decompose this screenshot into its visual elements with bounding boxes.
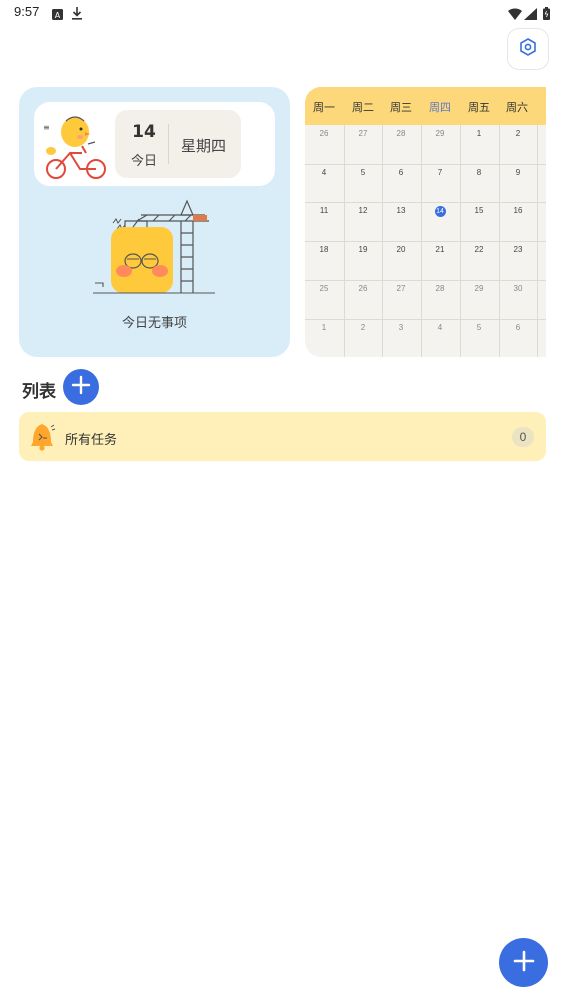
- notification-a-icon: A: [52, 5, 63, 24]
- calendar-day[interactable]: 8: [460, 168, 498, 177]
- status-time: 9:57: [14, 4, 40, 19]
- weekday-tue: 周二: [352, 101, 374, 114]
- weekday-wed: 周三: [390, 101, 412, 114]
- weekday-mon: 周一: [313, 101, 335, 114]
- today-label: 今日: [130, 154, 157, 169]
- calendar-day[interactable]: 20: [382, 245, 420, 254]
- calendar-day[interactable]: 13: [382, 206, 420, 215]
- calendar-day[interactable]: 6: [382, 168, 420, 177]
- list-item-count: 0: [512, 427, 534, 447]
- calendar-day[interactable]: 29: [421, 129, 459, 138]
- weekday-thu: 周四: [429, 101, 451, 114]
- settings-button[interactable]: [507, 28, 549, 70]
- chick-construction-illustration: [89, 197, 219, 306]
- calendar-row-divider: [305, 319, 546, 320]
- calendar-day[interactable]: 26: [344, 284, 382, 293]
- svg-text:A: A: [55, 11, 61, 20]
- calendar-day[interactable]: 14: [421, 206, 459, 217]
- calendar-day[interactable]: 19: [344, 245, 382, 254]
- calendar-day[interactable]: 27: [382, 284, 420, 293]
- add-task-fab[interactable]: [499, 938, 548, 987]
- plus-icon: [71, 375, 91, 399]
- date-pill: 14 今日 星期四: [115, 110, 241, 178]
- calendar-day[interactable]: 4: [305, 168, 343, 177]
- calendar-row-divider: [305, 241, 546, 242]
- calendar-day[interactable]: 1: [460, 129, 498, 138]
- calendar-day[interactable]: 5: [344, 168, 382, 177]
- calendar-day[interactable]: 2: [499, 129, 537, 138]
- calendar-day[interactable]: 22: [460, 245, 498, 254]
- calendar-day[interactable]: 1: [305, 323, 343, 332]
- calendar-day[interactable]: 28: [421, 284, 459, 293]
- plus-icon: [512, 949, 536, 977]
- today-card[interactable]: ≡ 14 今日 星期四 今日无事项: [19, 87, 290, 357]
- svg-text:≡: ≡: [43, 123, 50, 132]
- calendar-day[interactable]: 3: [382, 323, 420, 332]
- weekday-label: 星期四: [181, 137, 227, 155]
- calendar-day[interactable]: 23: [499, 245, 537, 254]
- calendar-row-divider: [305, 202, 546, 203]
- calendar-day[interactable]: 21: [421, 245, 459, 254]
- add-list-button[interactable]: [63, 369, 99, 405]
- calendar-day[interactable]: 25: [305, 284, 343, 293]
- calendar-day[interactable]: 28: [382, 129, 420, 138]
- wifi-icon: [508, 5, 522, 24]
- calendar-day[interactable]: 5: [460, 323, 498, 332]
- today-summary: ≡ 14 今日 星期四: [34, 102, 275, 186]
- battery-icon: [543, 5, 550, 24]
- calendar-day[interactable]: 26: [305, 129, 343, 138]
- lists-title: 列表: [22, 382, 56, 402]
- weekday-fri: 周五: [468, 101, 490, 114]
- calendar-day[interactable]: 12: [344, 206, 382, 215]
- calendar-day[interactable]: 9: [499, 168, 537, 177]
- settings-hex-icon: [518, 37, 538, 61]
- calendar-day[interactable]: 7: [421, 168, 459, 177]
- calendar-row-divider: [305, 164, 546, 165]
- list-item-all-tasks[interactable]: 所有任务 0: [19, 412, 546, 461]
- calendar-card[interactable]: 周一 周二 周三 周四 周五 周六 26 27 28 29 1 2 4 5 6 7 8 9 11 12 13…: [305, 87, 546, 357]
- calendar-day[interactable]: 4: [421, 323, 459, 332]
- weekday-sat: 周六: [506, 101, 528, 114]
- calendar-today-marker: 14: [434, 206, 446, 217]
- calendar-header: 周一 周二 周三 周四 周五 周六: [305, 87, 546, 125]
- calendar-day[interactable]: 16: [499, 206, 537, 215]
- calendar-day[interactable]: 30: [499, 284, 537, 293]
- day-number: 14: [132, 122, 156, 142]
- calendar-day[interactable]: 15: [460, 206, 498, 215]
- download-icon: [71, 5, 83, 24]
- signal-icon: [524, 5, 537, 24]
- list-item-label: 所有任务: [65, 433, 118, 448]
- calendar-day[interactable]: 11: [305, 206, 343, 215]
- status-bar: 9:57 A: [0, 0, 565, 24]
- empty-today-text: 今日无事项: [121, 316, 187, 331]
- calendar-day[interactable]: 29: [460, 284, 498, 293]
- calendar-day[interactable]: 6: [499, 323, 537, 332]
- calendar-day[interactable]: 18: [305, 245, 343, 254]
- calendar-day[interactable]: 2: [344, 323, 382, 332]
- date-divider: [168, 124, 169, 164]
- calendar-row-divider: [305, 280, 546, 281]
- bell-chick-icon: [29, 421, 59, 455]
- chick-cycling-icon: ≡: [42, 110, 110, 184]
- calendar-day[interactable]: 27: [344, 129, 382, 138]
